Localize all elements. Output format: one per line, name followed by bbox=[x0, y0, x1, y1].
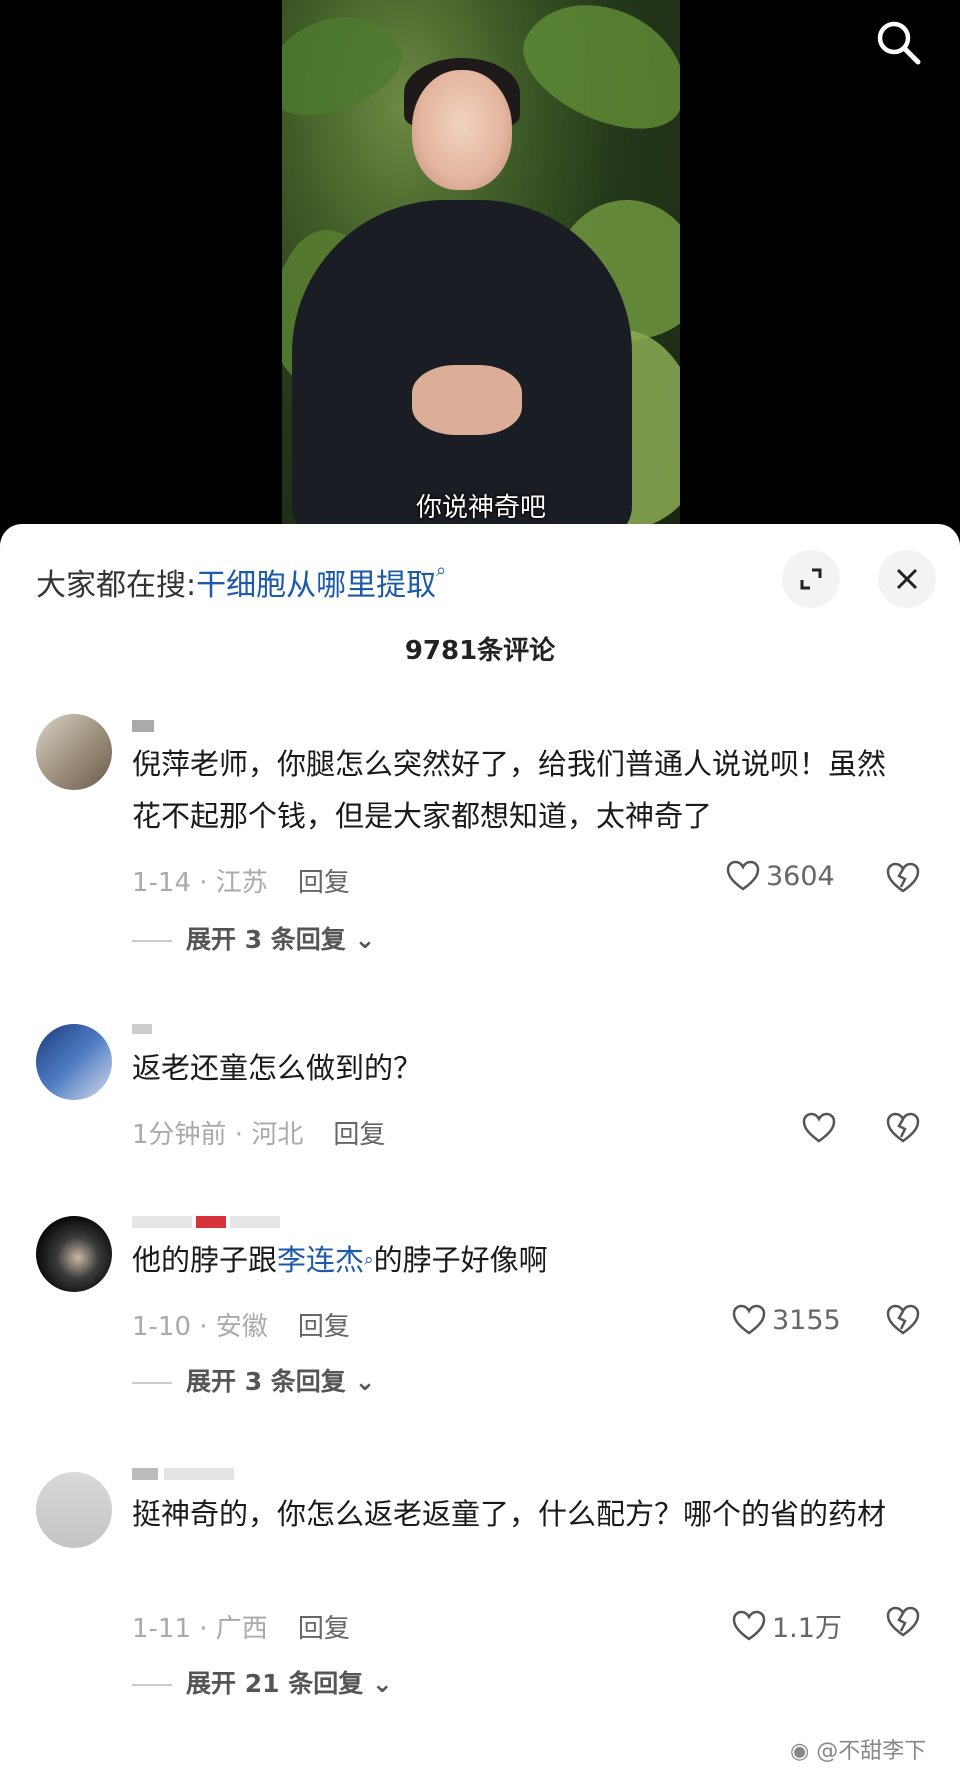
comment-text-part: 的脖子好像啊 bbox=[373, 1243, 548, 1277]
comment-text: 他的脖子跟李连杰⌕的脖子好像啊 bbox=[132, 1234, 912, 1286]
like-count: 3604 bbox=[766, 860, 835, 892]
avatar[interactable] bbox=[36, 1472, 112, 1548]
heart-icon bbox=[802, 1112, 836, 1143]
comment-meta: 1分钟前 · 河北 回复 bbox=[132, 1114, 385, 1151]
comment-date-location: 1-14 · 江苏 bbox=[132, 868, 268, 898]
comment-meta: 1-10 · 安徽 回复 bbox=[132, 1306, 350, 1343]
broken-heart-icon bbox=[886, 1606, 920, 1637]
comment-count: 9781条评论 bbox=[404, 636, 556, 666]
comment-sheet: 大家都在搜:干细胞从哪里提取⌕ 9781条评论 倪萍老师，你腿怎么突然好了，给我… bbox=[0, 524, 960, 1769]
username[interactable] bbox=[132, 1212, 280, 1233]
close-button[interactable] bbox=[878, 550, 936, 608]
person-face bbox=[412, 70, 512, 190]
person-hands bbox=[412, 365, 522, 435]
like-button[interactable]: 1.1万 bbox=[732, 1606, 842, 1645]
avatar[interactable] bbox=[36, 1024, 112, 1100]
expand-replies-label: 展开 3 条回复 bbox=[186, 1367, 346, 1396]
search-small-icon: ⌕ bbox=[436, 560, 447, 581]
expand-replies[interactable]: 展开 21 条回复 ⌄ bbox=[132, 1664, 393, 1700]
search-button[interactable] bbox=[872, 16, 924, 68]
divider bbox=[132, 940, 172, 942]
comment-text: 倪萍老师，你腿怎么突然好了，给我们普通人说说呗！虽然花不起那个钱，但是大家都想知… bbox=[132, 747, 887, 833]
comment-meta: 1-11 · 广西 回复 bbox=[132, 1608, 350, 1645]
comment-date-location: 1分钟前 · 河北 bbox=[132, 1120, 304, 1150]
dislike-button[interactable] bbox=[886, 862, 920, 898]
trending-search-bar[interactable]: 大家都在搜:干细胞从哪里提取⌕ bbox=[36, 560, 446, 604]
comment-keyword-link[interactable]: 李连杰 bbox=[277, 1243, 364, 1277]
dislike-button[interactable] bbox=[886, 1304, 920, 1340]
chevron-down-icon: ⌄ bbox=[345, 925, 376, 954]
reply-button[interactable]: 回复 bbox=[333, 1120, 385, 1150]
watermark-text: @不甜李下 bbox=[816, 1739, 927, 1764]
heart-icon bbox=[732, 1304, 766, 1335]
background-foliage bbox=[282, 0, 414, 132]
search-small-icon: ⌕ bbox=[364, 1250, 374, 1270]
heart-icon bbox=[732, 1610, 766, 1641]
like-button[interactable]: 3155 bbox=[732, 1304, 841, 1336]
expand-icon bbox=[800, 568, 822, 590]
like-button[interactable] bbox=[802, 1112, 842, 1144]
weibo-icon: ◉ bbox=[790, 1739, 810, 1764]
background-foliage bbox=[506, 0, 680, 151]
broken-heart-icon bbox=[886, 862, 920, 893]
trending-prefix: 大家都在搜: bbox=[36, 568, 197, 603]
expand-replies-label: 展开 21 条回复 bbox=[186, 1669, 364, 1698]
reply-button[interactable]: 回复 bbox=[298, 1312, 350, 1342]
comment-text: 返老还童怎么做到的？ bbox=[132, 1051, 423, 1085]
broken-heart-icon bbox=[886, 1304, 920, 1335]
divider bbox=[132, 1382, 172, 1384]
trending-keyword[interactable]: 干细胞从哪里提取 bbox=[196, 568, 436, 603]
chevron-down-icon: ⌄ bbox=[345, 1367, 376, 1396]
close-icon bbox=[896, 568, 918, 590]
reply-button[interactable]: 回复 bbox=[298, 1614, 350, 1644]
video-player[interactable]: 你说神奇吧 bbox=[0, 0, 960, 530]
expand-replies[interactable]: 展开 3 条回复 ⌄ bbox=[132, 920, 375, 956]
like-button[interactable]: 3604 bbox=[726, 860, 835, 892]
reply-button[interactable]: 回复 bbox=[298, 868, 350, 898]
search-icon bbox=[877, 21, 921, 65]
comment-date-location: 1-10 · 安徽 bbox=[132, 1312, 268, 1342]
username[interactable] bbox=[132, 716, 154, 737]
avatar[interactable] bbox=[36, 714, 112, 790]
username[interactable] bbox=[132, 1018, 152, 1039]
avatar[interactable] bbox=[36, 1216, 112, 1292]
divider bbox=[132, 1684, 172, 1686]
comment-text-part: 他的脖子跟 bbox=[132, 1243, 278, 1277]
watermark: ◉ @不甜李下 bbox=[790, 1733, 926, 1765]
expand-replies[interactable]: 展开 3 条回复 ⌄ bbox=[132, 1362, 375, 1398]
comment-text: 挺神奇的，你怎么返老返童了，什么配方？哪个的省的药材 bbox=[132, 1497, 887, 1531]
like-count: 1.1万 bbox=[772, 1613, 842, 1644]
expand-button[interactable] bbox=[782, 550, 840, 608]
heart-icon bbox=[726, 860, 760, 891]
chevron-down-icon: ⌄ bbox=[363, 1669, 393, 1698]
expand-replies-label: 展开 3 条回复 bbox=[186, 925, 346, 954]
username[interactable] bbox=[132, 1464, 234, 1485]
like-count: 3155 bbox=[772, 1304, 841, 1336]
video-frame[interactable]: 你说神奇吧 bbox=[282, 0, 680, 530]
video-subtitle: 你说神奇吧 bbox=[415, 493, 546, 523]
dislike-button[interactable] bbox=[886, 1606, 920, 1642]
broken-heart-icon bbox=[886, 1112, 920, 1143]
dislike-button[interactable] bbox=[886, 1112, 920, 1148]
comment-meta: 1-14 · 江苏 回复 bbox=[132, 862, 350, 899]
comment-date-location: 1-11 · 广西 bbox=[132, 1614, 268, 1644]
